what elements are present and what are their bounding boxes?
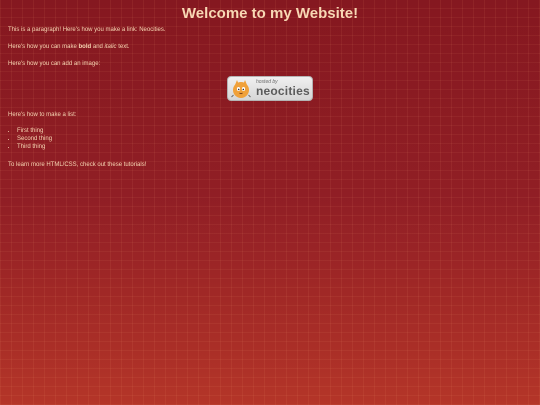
badge-big-text: neocities [256,84,310,98]
formatting-middle: and [91,44,105,50]
tutorials-paragraph: To learn more HTML/CSS, check out these … [8,161,146,169]
formatting-suffix: text. [116,44,130,50]
intro-paragraph-prefix: This is a paragraph! Here's how you make… [8,27,140,33]
bold-text: bold [78,44,92,50]
intro-paragraph-suffix: . [163,27,166,33]
formatting-prefix: Here's how you can make [8,44,79,50]
badge-text-block: hosted by neocities [256,80,310,98]
example-list: First thing Second thing Third thing [8,127,52,151]
webpage: Welcome to my Website! This is a paragra… [0,0,540,405]
neocities-link[interactable]: Neocities [139,27,164,33]
list-intro-paragraph: Here's how to make a list: [8,112,77,118]
formatting-paragraph: Here's how you can make bold and italic … [8,43,130,51]
tutorials-suffix: ! [144,162,147,168]
neocities-badge[interactable]: hosted by neocities [227,76,313,101]
italic-text: italic [104,44,117,50]
list-item: Second thing [17,135,52,143]
cat-mascot-icon [231,79,251,98]
page-title: Welcome to my Website! [181,5,359,22]
intro-paragraph: This is a paragraph! Here's how you make… [8,26,166,34]
tutorials-prefix: To learn more HTML/CSS, check out these [8,162,124,168]
tutorials-link[interactable]: tutorials [124,162,145,168]
list-item: First thing [17,127,52,135]
list-item: Third thing [17,143,52,151]
image-paragraph: Here's how you can add an image: [8,61,101,67]
